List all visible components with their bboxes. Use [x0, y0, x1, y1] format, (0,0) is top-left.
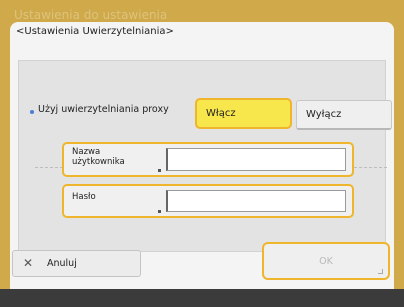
close-icon: ✕	[23, 256, 34, 270]
disable-button[interactable]: Wyłącz	[296, 100, 392, 130]
username-label-line2: użytkownika	[72, 157, 125, 167]
password-label: Hasło	[72, 192, 96, 202]
edit-marker-icon	[158, 210, 161, 213]
password-input[interactable]	[166, 190, 346, 212]
edit-marker-icon	[158, 169, 161, 172]
background-window-title: Ustawienia do ustawienia	[14, 8, 168, 22]
proxy-auth-label: Użyj uwierzytelniania proxy	[38, 104, 169, 115]
password-field-row[interactable]: Hasło	[62, 184, 354, 218]
username-field-row[interactable]: Nazwa użytkownika	[62, 142, 354, 177]
corner-mark-icon	[378, 269, 383, 274]
bottom-status-bar	[0, 289, 404, 307]
cancel-button[interactable]: ✕ Anuluj	[12, 250, 141, 277]
cancel-label: Anuluj	[47, 258, 77, 269]
enable-button[interactable]: Włącz	[195, 98, 292, 129]
username-input[interactable]	[166, 148, 346, 171]
dialog-title: <Ustawienia Uwierzytelniania>	[16, 26, 174, 37]
ok-button[interactable]: OK	[262, 242, 390, 280]
username-label-line1: Nazwa	[72, 147, 101, 157]
bullet-icon	[30, 110, 34, 114]
ok-label: OK	[319, 256, 333, 267]
